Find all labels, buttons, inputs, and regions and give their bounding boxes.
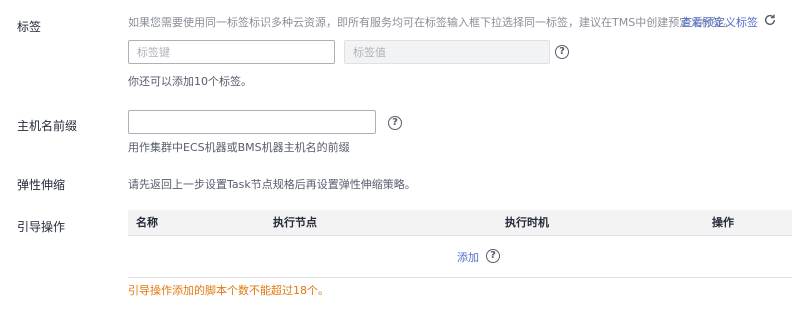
tags-description: 如果您需要使用同一标签标识多种云资源，即所有服务均可在标签输入框下拉选择同一标签… xyxy=(128,16,735,29)
column-header-action: 操作 xyxy=(712,216,734,229)
autoscale-label: 弹性伸缩 xyxy=(17,178,66,192)
tag-key-input[interactable] xyxy=(128,40,335,64)
hostname-prefix-label: 主机名前缀 xyxy=(17,119,78,133)
column-header-name: 名称 xyxy=(136,216,158,229)
column-header-node: 执行节点 xyxy=(273,216,317,229)
bootstrap-limit-warning: 引导操作添加的脚本个数不能超过18个。 xyxy=(128,284,329,297)
tag-value-input[interactable] xyxy=(344,40,550,64)
bootstrap-table-header: 名称 执行节点 执行时机 操作 xyxy=(128,210,792,236)
autoscale-text: 请先返回上一步设置Task节点规格后再设置弹性伸缩策略。 xyxy=(128,178,416,191)
tags-label: 标签 xyxy=(17,20,42,34)
add-bootstrap-link[interactable]: 添加 xyxy=(457,249,479,265)
hostname-help-icon[interactable]: ? xyxy=(388,116,402,130)
column-header-timing: 执行时机 xyxy=(505,216,549,229)
bootstrap-help-icon[interactable]: ? xyxy=(486,249,500,263)
hostname-hint-text: 用作集群中ECS机器或BMS机器主机名的前缀 xyxy=(128,141,350,154)
tags-remaining-text: 你还可以添加10个标签。 xyxy=(128,75,252,88)
view-predefined-tags-link[interactable]: 查看预定义标签 xyxy=(681,14,758,30)
refresh-icon[interactable] xyxy=(763,13,777,27)
bootstrap-label: 引导操作 xyxy=(17,220,66,234)
hostname-prefix-input[interactable] xyxy=(128,110,376,134)
tag-help-icon[interactable]: ? xyxy=(555,45,569,59)
bootstrap-table: 名称 执行节点 执行时机 操作 添加 ? xyxy=(128,210,792,278)
bootstrap-table-body: 添加 ? xyxy=(128,236,792,278)
